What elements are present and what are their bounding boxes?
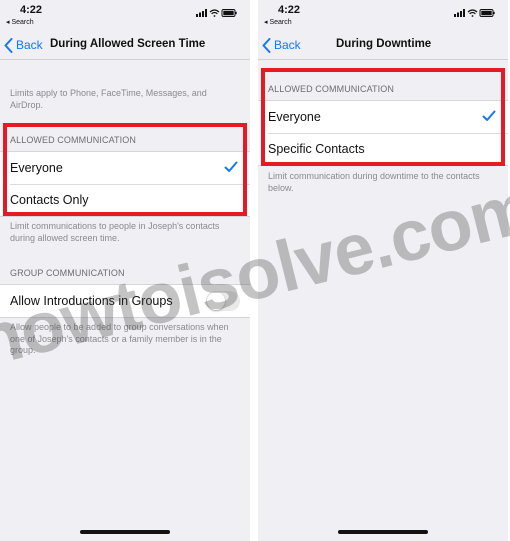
status-time: 4:22 (278, 4, 301, 16)
chevron-left-icon (262, 37, 271, 53)
allowed-communication-footer: Limit communications to people in Joseph… (10, 221, 220, 243)
allowed-communication-footer: Limit communication during downtime to t… (268, 171, 480, 193)
option-label: Contacts Only (10, 193, 89, 207)
allow-introductions-toggle[interactable] (206, 291, 240, 311)
option-everyone[interactable]: Everyone (0, 152, 250, 184)
battery-icon (221, 9, 237, 17)
status-bar: 4:22 ◂ Search (258, 0, 508, 30)
screen-allowed-screen-time: 4:22 ◂ Search Back During Allowed Screen… (0, 0, 250, 541)
page-title: During Allowed Screen Time (50, 38, 206, 50)
option-contacts-only[interactable]: Contacts Only (0, 184, 250, 216)
status-back-to-search[interactable]: ◂ Search (264, 18, 292, 26)
status-back-to-search[interactable]: ◂ Search (6, 18, 34, 26)
option-label: Everyone (268, 110, 321, 124)
status-time: 4:22 (20, 4, 43, 16)
option-label: Specific Contacts (268, 142, 365, 156)
back-button[interactable]: Back (262, 36, 301, 54)
limits-note: Limits apply to Phone, FaceTime, Message… (10, 88, 207, 110)
home-indicator (80, 530, 170, 534)
allowed-communication-options: Everyone Specific Contacts (258, 100, 508, 166)
wifi-icon (209, 9, 220, 17)
screen-downtime: 4:22 ◂ Search Back During Downtime ALLOW… (258, 0, 508, 541)
group-communication-options: Allow Introductions in Groups (0, 284, 250, 318)
allowed-communication-header: ALLOWED COMMUNICATION (10, 135, 136, 145)
checkmark-icon (224, 161, 238, 172)
checkmark-icon (482, 110, 496, 121)
chevron-left-icon (4, 37, 13, 53)
navigation-bar: Back During Downtime (258, 30, 508, 60)
status-icons (196, 9, 237, 17)
status-icons (454, 9, 495, 17)
option-label: Everyone (10, 161, 63, 175)
back-button[interactable]: Back (4, 36, 43, 54)
back-label: Back (274, 38, 301, 52)
home-indicator (338, 530, 428, 534)
toggle-label: Allow Introductions in Groups (10, 294, 173, 308)
allow-introductions-row: Allow Introductions in Groups (0, 285, 250, 317)
group-communication-footer: Allow people to be added to group conver… (10, 322, 229, 355)
back-label: Back (16, 38, 43, 52)
option-specific-contacts[interactable]: Specific Contacts (258, 133, 508, 165)
navigation-bar: Back During Allowed Screen Time (0, 30, 250, 60)
option-everyone[interactable]: Everyone (258, 101, 508, 133)
toggle-knob (207, 292, 225, 310)
signal-icon (196, 9, 207, 17)
signal-icon (454, 9, 465, 17)
allowed-communication-options: Everyone Contacts Only (0, 151, 250, 217)
status-bar: 4:22 ◂ Search (0, 0, 250, 30)
wifi-icon (467, 9, 478, 17)
battery-icon (479, 9, 495, 17)
group-communication-header: GROUP COMMUNICATION (10, 268, 125, 278)
page-title: During Downtime (336, 38, 432, 50)
allowed-communication-header: ALLOWED COMMUNICATION (268, 84, 394, 94)
